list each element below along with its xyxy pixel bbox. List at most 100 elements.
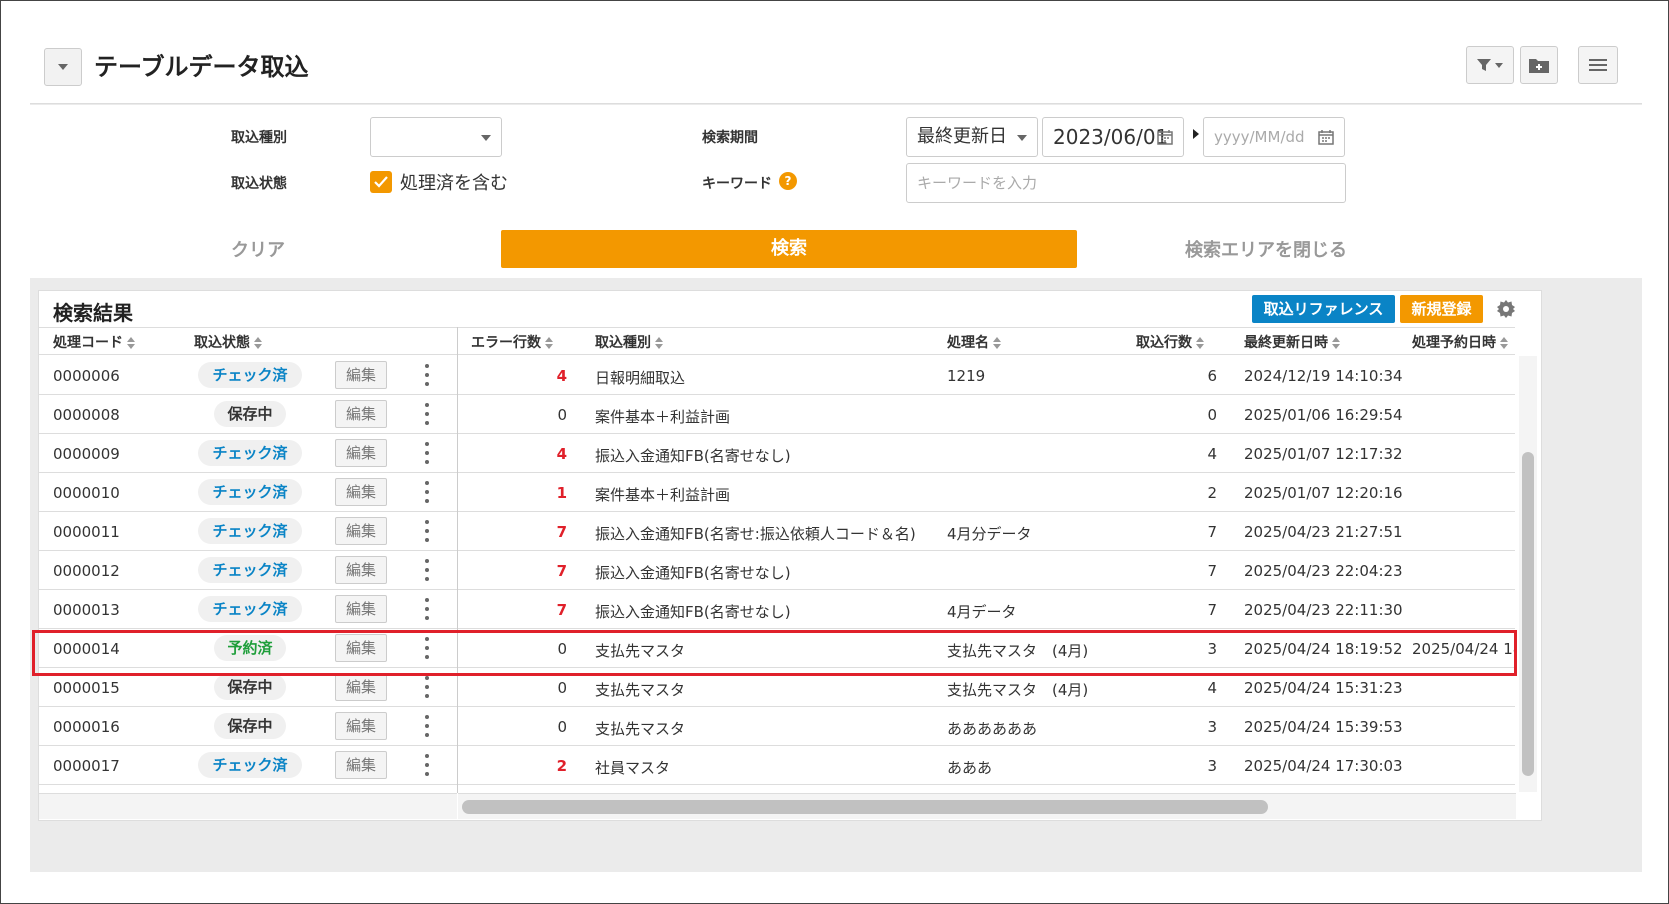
import-count: 0 (1207, 406, 1217, 424)
column-header-count[interactable]: 取込行数 (1136, 332, 1204, 352)
table-row[interactable]: 0000012 チェック済 編集 7 振込入金通知FB(名寄せなし) 7 2025/04/2… (39, 551, 1515, 590)
sort-icon[interactable] (1332, 337, 1340, 349)
process-name: ああああああ (947, 720, 1038, 738)
import-reference-button[interactable]: 取込リファレンス (1252, 295, 1395, 323)
sort-icon[interactable] (1196, 337, 1204, 349)
kebab-menu-icon[interactable] (424, 442, 430, 464)
date-to-input[interactable]: yyyy/MM/dd (1203, 117, 1345, 157)
kebab-menu-icon[interactable] (424, 364, 430, 386)
sort-icon[interactable] (1500, 337, 1508, 349)
kebab-menu-icon[interactable] (424, 481, 430, 503)
column-header-errors[interactable]: エラー行数 (471, 332, 553, 352)
edit-button[interactable]: 編集 (335, 400, 387, 428)
column-header-status[interactable]: 取込状態 (194, 332, 262, 352)
sort-icon[interactable] (993, 337, 1001, 349)
updated-at: 2025/01/07 12:20:16 (1244, 484, 1403, 502)
import-type: 社員マスタ (595, 759, 671, 777)
frozen-area-footer (39, 793, 457, 819)
sort-icon[interactable] (254, 337, 262, 349)
column-header-code[interactable]: 処理コード (53, 332, 135, 352)
column-header-scheduled[interactable]: 処理予約日時 (1412, 332, 1508, 352)
type-select[interactable] (370, 117, 502, 157)
process-name: 支払先マスタ (4月) (947, 681, 1089, 699)
kebab-menu-icon[interactable] (424, 559, 430, 581)
kebab-menu-icon[interactable] (424, 598, 430, 620)
new-registration-button[interactable]: 新規登録 (1400, 295, 1483, 323)
edit-button[interactable]: 編集 (335, 595, 387, 623)
table-row[interactable]: 0000011 チェック済 編集 7 振込入金通知FB(名寄せ:振込依頼人コード＆名) 4… (39, 512, 1515, 551)
import-type: 振込入金通知FB(名寄せなし) (595, 603, 791, 621)
menu-button[interactable] (1578, 46, 1618, 84)
table-row[interactable]: 0000008 保存中 編集 0 案件基本＋利益計画 0 2025/01/06 16:29:… (39, 395, 1515, 434)
horizontal-scrollbar[interactable] (458, 793, 1516, 819)
date-from-value: 2023/06/01 (1053, 125, 1169, 149)
clear-button[interactable]: クリア (231, 236, 285, 262)
edit-button[interactable]: 編集 (335, 556, 387, 584)
folder-plus-icon (1529, 59, 1549, 73)
keyword-input[interactable]: キーワードを入力 (906, 163, 1346, 203)
kebab-menu-icon[interactable] (424, 520, 430, 542)
edit-button[interactable]: 編集 (335, 478, 387, 506)
sort-icon[interactable] (545, 337, 553, 349)
horizontal-scrollbar-thumb[interactable] (462, 800, 1268, 814)
column-header-name[interactable]: 処理名 (947, 332, 1001, 352)
edit-button[interactable]: 編集 (335, 712, 387, 740)
vertical-scrollbar-thumb[interactable] (1522, 452, 1534, 776)
search-panel: 取込種別 検索期間 最終更新日 2023/06/01 yyyy/MM/dd 取込… (30, 105, 1642, 236)
process-name: 4月データ (947, 603, 1017, 621)
status-badge: チェック済 (198, 518, 302, 544)
updated-at: 2025/04/23 21:27:51 (1244, 523, 1403, 541)
edit-button[interactable]: 編集 (335, 751, 387, 779)
calendar-icon[interactable] (1318, 129, 1334, 145)
page-title: テーブルデータ取込 (94, 53, 309, 81)
error-count: 1 (556, 484, 567, 502)
kebab-menu-icon[interactable] (424, 754, 430, 776)
error-count: 7 (556, 523, 567, 541)
import-type: 振込入金通知FB(名寄せ:振込依頼人コード＆名) (595, 525, 916, 543)
process-code: 0000012 (53, 562, 120, 580)
import-type: 振込入金通知FB(名寄せなし) (595, 447, 791, 465)
check-icon (374, 176, 388, 188)
vertical-scrollbar[interactable] (1519, 356, 1537, 792)
sort-icon[interactable] (655, 337, 663, 349)
search-actions: クリア 検索 検索エリアを閉じる (30, 222, 1642, 278)
table-row[interactable]: 0000016 保存中 編集 0 支払先マスタ ああああああ 3 2025/04/24 15:… (39, 707, 1515, 746)
sort-icon[interactable] (127, 337, 135, 349)
kebab-menu-icon[interactable] (424, 403, 430, 425)
edit-button[interactable]: 編集 (335, 673, 387, 701)
table-header: 処理コード 取込状態 エラー行数 取込種別 処理名 取込行数 最終更新日時 処理… (39, 327, 1515, 355)
process-name: 1219 (947, 367, 986, 385)
help-icon[interactable]: ? (779, 172, 797, 190)
kebab-menu-icon[interactable] (424, 715, 430, 737)
updated-at: 2025/04/23 22:11:30 (1244, 601, 1403, 619)
status-badge: 保存中 (214, 674, 286, 700)
table-row[interactable]: 0000010 チェック済 編集 1 案件基本＋利益計画 2 2025/01/07 12:2… (39, 473, 1515, 512)
status-badge: チェック済 (198, 557, 302, 583)
import-count: 4 (1207, 679, 1217, 697)
table-row[interactable]: 0000013 チェック済 編集 7 振込入金通知FB(名寄せなし) 4月データ 7 2025… (39, 590, 1515, 629)
add-folder-button[interactable] (1520, 46, 1558, 84)
calendar-icon[interactable] (1157, 129, 1173, 145)
include-processed-label[interactable]: 処理済を含む (400, 169, 508, 195)
kebab-menu-icon[interactable] (424, 676, 430, 698)
include-processed-checkbox[interactable] (370, 171, 392, 193)
table-row[interactable]: 0000006 チェック済 編集 4 日報明細取込 1219 6 2024/12/19 14:… (39, 356, 1515, 395)
import-count: 3 (1207, 718, 1217, 736)
column-header-type[interactable]: 取込種別 (595, 332, 663, 352)
status-badge: 保存中 (214, 713, 286, 739)
column-header-updated[interactable]: 最終更新日時 (1244, 332, 1340, 352)
edit-button[interactable]: 編集 (335, 517, 387, 545)
edit-button[interactable]: 編集 (335, 361, 387, 389)
table-row[interactable]: 0000009 チェック済 編集 4 振込入金通知FB(名寄せなし) 4 2025/01/0… (39, 434, 1515, 473)
filter-dropdown-button[interactable] (1466, 46, 1514, 84)
chevron-down-icon (1017, 135, 1027, 141)
search-button[interactable]: 検索 (501, 230, 1077, 268)
status-badge: チェック済 (198, 752, 302, 778)
gear-icon[interactable] (1496, 299, 1516, 319)
edit-button[interactable]: 編集 (335, 439, 387, 467)
table-row[interactable]: 0000017 チェック済 編集 2 社員マスタ あああ 3 2025/04/24 17:30… (39, 746, 1515, 785)
collapse-toggle-button[interactable] (44, 48, 82, 86)
close-search-area-button[interactable]: 検索エリアを閉じる (1185, 236, 1347, 262)
date-from-input[interactable]: 2023/06/01 (1042, 117, 1184, 157)
period-field-select[interactable]: 最終更新日 (906, 117, 1038, 157)
